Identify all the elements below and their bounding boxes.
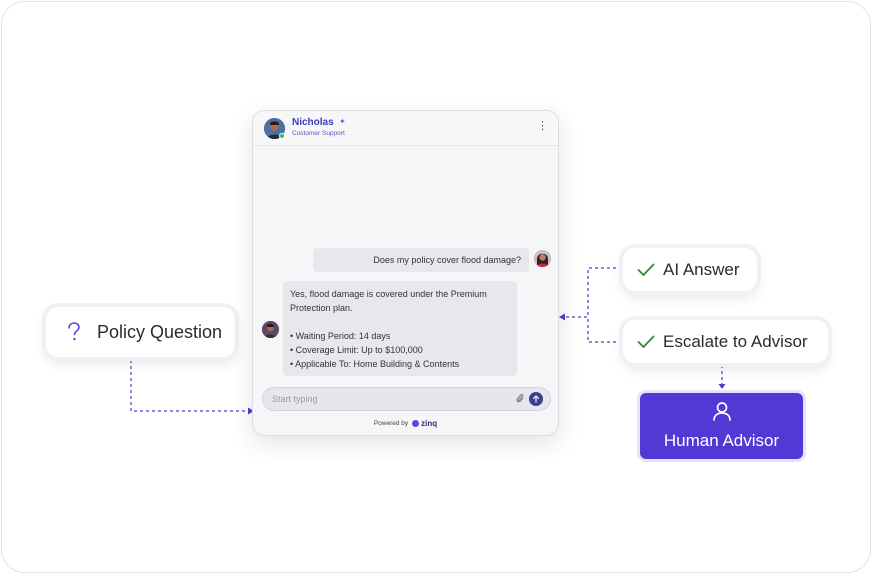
escalate-node: Escalate to Advisor [623,320,828,363]
brand-name: zinq [421,419,438,428]
ai-answer-label: AI Answer [663,259,740,279]
connector-escalate [587,317,622,343]
powered-by: Powered by zinq [253,419,558,428]
online-status-dot [279,133,285,139]
bot-message-line: Yes, flood damage is covered under the P… [290,289,487,299]
user-message: Does my policy cover flood damage? [313,248,529,272]
user-icon [712,401,732,426]
powered-by-label: Powered by [373,420,409,427]
send-arrow-icon[interactable] [529,392,543,406]
connector-ai-answer [562,267,622,318]
bot-bullet: • Coverage Limit: Up to $100,000 [290,345,423,355]
arrowhead-from-answers [559,313,565,321]
check-icon [637,335,655,349]
brand-logo: zinq [412,419,437,428]
ai-answer-node: AI Answer [623,248,757,291]
brand-icon [412,420,420,427]
bot-message-line: Protection plan. [290,303,353,313]
message-input[interactable]: Start typing [262,387,551,411]
question-icon [63,322,85,342]
policy-question-label: Policy Question [97,321,223,342]
kebab-menu-icon[interactable]: ⋮ [537,121,548,132]
bot-bullet: • Applicable To: Home Building & Content… [290,359,460,369]
chat-widget: Nicholas ✦ Customer Support ⋮ Does my po… [252,110,559,436]
chat-header: Nicholas ✦ Customer Support ⋮ [253,111,558,146]
connector-question-to-chat [130,360,248,412]
input-placeholder: Start typing [272,394,318,404]
agent-role: Customer Support [292,130,345,137]
bot-bullet: • Waiting Period: 14 days [290,331,391,341]
human-advisor-label: Human Advisor [663,431,780,450]
paperclip-icon[interactable] [516,393,524,405]
bot-message: Yes, flood damage is covered under the P… [283,281,517,376]
policy-question-node: Policy Question [46,307,235,357]
escalate-label: Escalate to Advisor [663,331,808,351]
arrowhead-to-human [718,384,726,389]
user-avatar [534,250,551,267]
human-advisor-node: Human Advisor [640,393,803,459]
bot-avatar [262,321,279,338]
sparkle-icon: ✦ [339,117,346,126]
check-icon [637,263,655,277]
agent-name: Nicholas [292,117,334,128]
